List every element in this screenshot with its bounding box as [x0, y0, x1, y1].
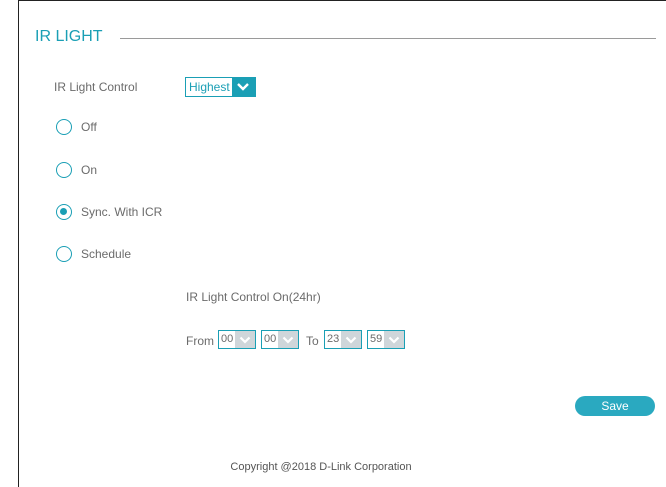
- to-minute-select[interactable]: 59: [367, 330, 406, 349]
- radio-label-schedule: Schedule: [81, 247, 132, 261]
- radio-sync-icr[interactable]: [56, 204, 72, 220]
- section-divider: [120, 38, 656, 39]
- radio-row-schedule[interactable]: Schedule: [56, 246, 131, 262]
- radio-on[interactable]: [56, 162, 72, 178]
- from-minute-select[interactable]: 00: [261, 330, 300, 349]
- section-title: IR LIGHT: [35, 28, 107, 46]
- radio-label-sync-icr: Sync. With ICR: [81, 205, 163, 219]
- chevron-down-icon: [231, 78, 255, 96]
- chevron-down-icon: [278, 331, 299, 348]
- to-minute-value: 59: [370, 333, 383, 345]
- to-hour-value: 23: [327, 333, 340, 345]
- from-minute-value: 00: [264, 333, 277, 345]
- radio-label-on: On: [81, 163, 98, 177]
- copyright-footer: Copyright @2018 D-Link Corporation: [0, 461, 666, 473]
- copyright-text: Copyright @2018 D-Link Corporation: [230, 461, 412, 473]
- schedule-heading: IR Light Control On(24hr): [186, 290, 321, 304]
- to-label: To: [306, 334, 319, 348]
- radio-row-sync-icr[interactable]: Sync. With ICR: [56, 204, 162, 220]
- radio-row-off[interactable]: Off: [56, 119, 97, 135]
- content-frame: [18, 0, 666, 487]
- ir-light-control-select[interactable]: Highest: [185, 77, 256, 97]
- from-hour-select[interactable]: 00: [218, 330, 257, 349]
- radio-label-off: Off: [81, 120, 97, 134]
- radio-row-on[interactable]: On: [56, 162, 97, 178]
- from-label: From: [186, 334, 214, 348]
- chevron-down-icon: [235, 331, 256, 348]
- radio-schedule[interactable]: [56, 246, 72, 262]
- ir-light-control-label: IR Light Control: [54, 80, 138, 94]
- to-hour-select[interactable]: 23: [324, 330, 363, 349]
- chevron-down-icon: [384, 331, 405, 348]
- radio-off[interactable]: [56, 119, 72, 135]
- chevron-down-icon: [341, 331, 362, 348]
- ir-light-control-value: Highest: [189, 80, 230, 94]
- from-hour-value: 00: [221, 333, 234, 345]
- save-button[interactable]: Save: [575, 396, 655, 416]
